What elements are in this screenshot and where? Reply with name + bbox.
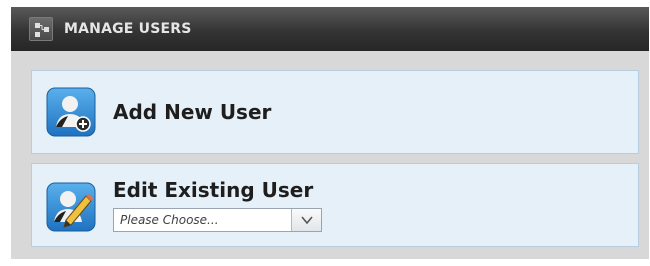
user-select-value: Please Choose... [120,213,219,227]
edit-existing-user-card: Edit Existing User Please Choose... [31,163,639,247]
select-dropdown-button[interactable] [291,209,321,231]
edit-existing-user-label: Edit Existing User [113,178,314,202]
user-select[interactable]: Please Choose... [113,208,322,232]
panel-header: MANAGE USERS [11,7,649,51]
sitemap-icon [29,17,53,41]
page-title: MANAGE USERS [64,21,192,37]
add-user-icon[interactable] [46,87,96,137]
add-new-user-link[interactable]: Add New User [113,99,271,125]
edit-user-icon [46,182,96,232]
manage-users-panel: MANAGE USERS Add New User Edit Existing … [11,7,649,259]
chevron-down-icon [301,216,313,225]
add-new-user-card[interactable]: Add New User [31,70,639,154]
